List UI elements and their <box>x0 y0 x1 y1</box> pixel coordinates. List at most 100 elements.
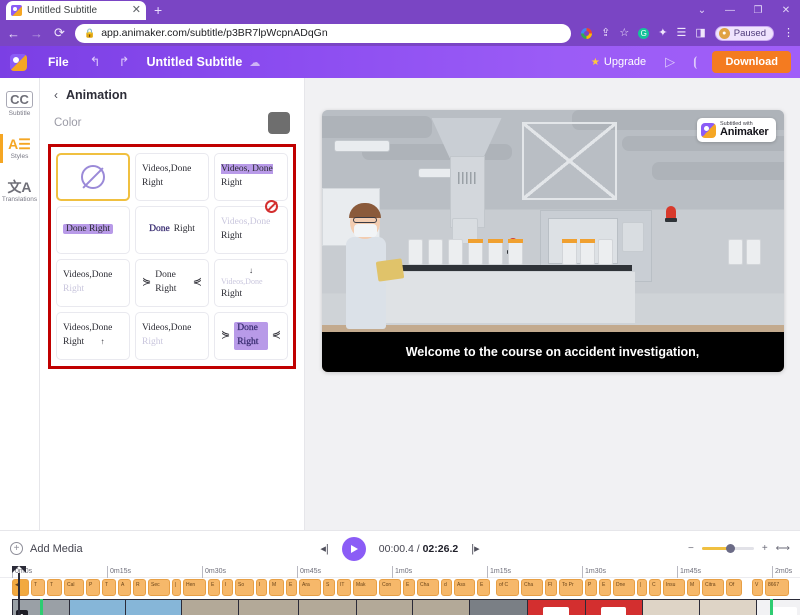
subtitle-chip[interactable]: E <box>599 579 611 596</box>
subtitle-chip[interactable]: Mak <box>353 579 377 596</box>
subtitle-chip[interactable]: IT <box>337 579 351 596</box>
animation-card-rise-up[interactable]: Videos,Done Right ↑ <box>56 312 130 360</box>
scene-thumbnail[interactable] <box>357 600 413 615</box>
animation-card-block-highlight[interactable]: Done Right <box>56 206 130 254</box>
subtitle-chip[interactable]: Cha <box>521 579 543 596</box>
subtitle-chip[interactable]: Insu <box>663 579 685 596</box>
subtitle-chip[interactable]: T <box>102 579 116 596</box>
subtitle-chip[interactable]: Cal <box>64 579 84 596</box>
redo-icon[interactable]: ↱ <box>110 54 139 70</box>
animation-card-fade-word[interactable]: Videos,Done Right <box>56 259 130 307</box>
subtitle-chip[interactable]: So <box>235 579 254 596</box>
subtitle-chip[interactable]: I <box>222 579 233 596</box>
scene-thumbnail[interactable] <box>700 600 757 615</box>
timeline[interactable]: 0m0s 0m15s 0m30s 0m45s 1m0s 1m15s 1m30s 1m45s 2m… <box>0 566 800 615</box>
subtitle-chip[interactable]: T <box>47 579 62 596</box>
upgrade-button[interactable]: ★ Upgrade <box>581 56 656 68</box>
subtitle-chip[interactable]: T <box>31 579 45 596</box>
sidebar-item-styles[interactable]: A☰ Styles <box>0 134 40 163</box>
back-icon[interactable]: ← <box>6 26 21 41</box>
subtitle-chip[interactable]: ◀| <box>12 579 29 596</box>
subtitle-chip[interactable]: Cha <box>417 579 439 596</box>
scene-thumbnail[interactable] <box>470 600 528 615</box>
play-button[interactable] <box>341 536 366 561</box>
subtitle-chip[interactable]: V <box>752 579 763 596</box>
forward-icon[interactable]: → <box>29 26 44 41</box>
minimize-icon[interactable]: — <box>716 0 744 20</box>
reload-icon[interactable]: ⟳ <box>52 25 67 41</box>
browser-tab[interactable]: Untitled Subtitle ✕ <box>6 1 146 20</box>
address-bar[interactable]: 🔒 app.animaker.com/subtitle/p3BR7lpWcpnA… <box>75 23 572 43</box>
tab-close-icon[interactable]: ✕ <box>132 5 141 16</box>
share-icon[interactable]: ⦗ <box>684 54 706 70</box>
subtitle-chip[interactable]: I <box>256 579 267 596</box>
subtitle-chip[interactable]: S <box>323 579 335 596</box>
subtitle-chip[interactable]: P <box>86 579 100 596</box>
subtitle-chip[interactable]: E <box>286 579 297 596</box>
scene-thumbnail[interactable] <box>182 600 239 615</box>
video-preview[interactable]: Subtitled with Animaker Welcome to the c… <box>321 110 784 372</box>
subtitle-chip[interactable]: Con <box>379 579 401 596</box>
playhead[interactable] <box>12 566 26 615</box>
scene-thumbnail[interactable] <box>299 600 357 615</box>
subtitle-chips-row[interactable]: ◀|TTCalPTARSec|HenEISoIMEAraSITMakConECh… <box>0 578 800 598</box>
google-icon[interactable] <box>581 27 593 39</box>
new-tab-button[interactable]: + <box>154 2 162 18</box>
animation-card-highlight-fill[interactable]: Videos, Done Right <box>214 153 288 201</box>
subtitle-chip[interactable]: Sec <box>148 579 170 596</box>
scene-thumbnail[interactable] <box>528 600 586 615</box>
scene-thumbnail[interactable] <box>70 600 126 615</box>
scene-thumbnail[interactable] <box>413 600 470 615</box>
timeline-ruler[interactable]: 0m0s 0m15s 0m30s 0m45s 1m0s 1m15s 1m30s 1m45s 2m… <box>0 566 800 578</box>
close-icon[interactable]: ✕ <box>772 0 800 20</box>
scene-thumbnail[interactable] <box>126 600 182 615</box>
zoom-slider[interactable] <box>701 544 754 553</box>
subtitle-chip[interactable]: A <box>118 579 131 596</box>
subtitle-chip[interactable]: of C <box>496 579 519 596</box>
animation-card-bounce-word[interactable]: Done Right <box>135 206 209 254</box>
subtitle-chip[interactable]: E <box>403 579 415 596</box>
file-menu[interactable]: File <box>36 55 81 69</box>
zoom-slider-knob[interactable] <box>725 544 735 553</box>
subtitle-chip[interactable]: Dne <box>613 579 635 596</box>
subtitle-chip[interactable]: Of <box>726 579 742 596</box>
chevron-down-icon[interactable]: ⌄ <box>688 0 716 20</box>
subtitle-chip[interactable]: E <box>208 579 220 596</box>
skip-prev-icon[interactable]: ◂| <box>320 542 328 555</box>
animation-card-squeeze[interactable]: ⋟ Done Right ⋞ <box>135 259 209 307</box>
zoom-out-button[interactable]: − <box>688 543 694 554</box>
skip-next-icon[interactable]: |▸ <box>471 542 479 555</box>
chevron-left-icon[interactable]: ‹ <box>54 88 58 102</box>
subtitle-chip[interactable]: Ass <box>454 579 475 596</box>
download-button[interactable]: Download <box>712 51 791 73</box>
profile-paused-chip[interactable]: ● Paused <box>714 25 774 41</box>
animation-card-pop-braces[interactable]: ⋟ Done Right ⋞ <box>214 312 288 360</box>
animation-card-fade-in[interactable]: Videos,Done Right <box>214 206 288 254</box>
grammarly-icon[interactable]: G <box>638 27 650 39</box>
subtitle-chip[interactable]: C <box>649 579 661 596</box>
subtitle-chip[interactable]: P <box>585 579 597 596</box>
project-title[interactable]: Untitled Subtitle <box>138 55 242 69</box>
add-media-button[interactable]: + Add Media <box>10 542 83 555</box>
reading-list-icon[interactable]: ☰ <box>676 27 686 39</box>
browser-menu-icon[interactable]: ⋮ <box>783 27 794 39</box>
scene-filmstrip[interactable]: 1 <box>12 599 800 615</box>
sidebar-item-subtitle[interactable]: CC Subtitle <box>0 88 40 120</box>
subtitle-chip[interactable]: Citra <box>702 579 724 596</box>
color-swatch[interactable] <box>268 112 290 134</box>
scene-thumbnail[interactable] <box>586 600 643 615</box>
scene-thumbnail[interactable] <box>643 600 700 615</box>
sidebar-item-translations[interactable]: 文A Translations <box>0 177 40 206</box>
scene-thumbnail[interactable] <box>757 600 800 615</box>
subtitle-chip[interactable]: | <box>172 579 181 596</box>
undo-icon[interactable]: ↰ <box>81 54 110 70</box>
subtitle-chip[interactable]: E <box>477 579 490 596</box>
side-panel-icon[interactable]: ◨ <box>695 27 705 39</box>
animation-card-drop-down[interactable]: ↓ Videos,Done Right <box>214 259 288 307</box>
animation-card-fade-line[interactable]: Videos,Done Right <box>135 312 209 360</box>
subtitle-chip[interactable]: M <box>269 579 284 596</box>
extensions-puzzle-icon[interactable]: ✦ <box>658 27 667 39</box>
subtitle-chip[interactable]: | <box>637 579 647 596</box>
fit-screen-icon[interactable]: ⟷ <box>776 543 790 554</box>
subtitle-chip[interactable]: d <box>441 579 452 596</box>
